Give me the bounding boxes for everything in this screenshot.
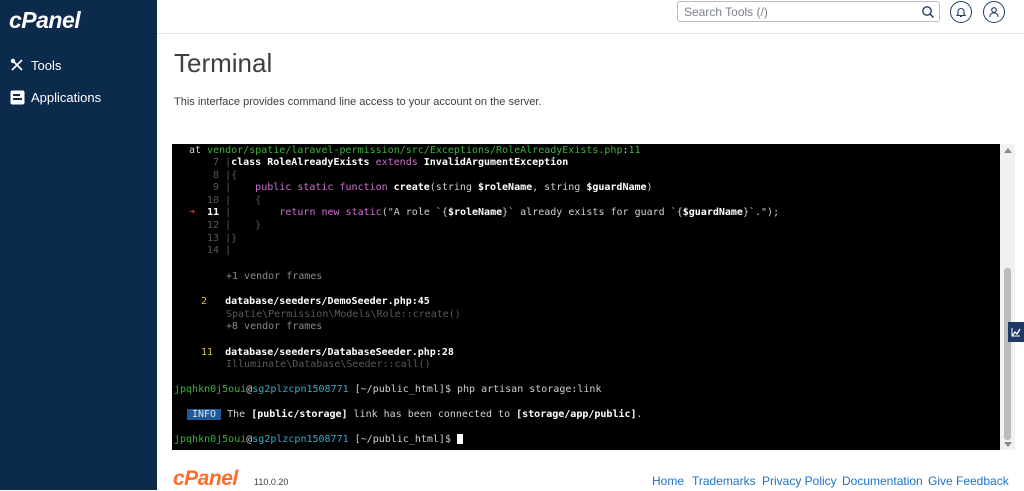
user-account-button[interactable] (983, 1, 1005, 23)
terminal-line: Spatie\Permission\Models\Role::create() (226, 309, 461, 320)
footer-cpanel-logo: cPanel (173, 467, 238, 490)
terminal-prompt-line: jpqhkn0j5oui@sg2plzcpn1508771 [~/public_… (174, 384, 602, 395)
terminal-line: Illuminate\Database\Seeder::call() (226, 359, 431, 370)
bell-icon (955, 8, 967, 18)
terminal-line: 12 | } (207, 220, 262, 231)
search-box[interactable] (677, 1, 940, 22)
tools-icon (9, 57, 25, 73)
scroll-down-icon[interactable] (1004, 442, 1012, 447)
cpanel-logo[interactable]: cPanel (9, 7, 81, 34)
scroll-thumb[interactable] (1004, 268, 1011, 440)
terminal-line: 13 |} (207, 233, 238, 244)
terminal-line: +1 vendor frames (226, 271, 323, 282)
footer-link-give-feedback[interactable]: Give Feedback (928, 474, 1009, 488)
footer-link-trademarks[interactable]: Trademarks (692, 474, 756, 488)
terminal-line: 11 database/seeders/DatabaseSeeder.php:2… (201, 347, 454, 358)
sidebar-item-label: Tools (31, 57, 62, 73)
sidebar-item-tools[interactable]: Tools (9, 54, 61, 76)
version-label: 110.0.20 (254, 477, 289, 487)
footer-link-documentation[interactable]: Documentation (842, 474, 923, 488)
terminal-line: 7 |class RoleAlreadyExists extends Inval… (213, 157, 569, 168)
arrow-icon: ➜ (189, 207, 196, 218)
page-description: This interface provides command line acc… (174, 96, 542, 108)
info-badge: INFO (187, 409, 222, 420)
applications-icon (9, 89, 25, 105)
main-content: Terminal This interface provides command… (157, 0, 1024, 490)
terminal-scrollbar[interactable] (1000, 144, 1015, 450)
sidebar: cPanel Tools Applications (0, 0, 157, 490)
sidebar-item-label: Applications (31, 89, 102, 105)
terminal-line: INFO The [public/storage] link has been … (187, 409, 643, 421)
search-input[interactable] (678, 2, 920, 21)
terminal-line: 14 | (207, 245, 232, 256)
footer-link-home[interactable]: Home (652, 474, 684, 488)
search-icon[interactable] (921, 5, 935, 19)
chart-icon (1011, 328, 1021, 337)
sidebar-item-applications[interactable]: Applications (9, 86, 101, 108)
terminal-line: 10 | { (207, 195, 262, 206)
notifications-button[interactable] (950, 1, 972, 23)
terminal-line: 2 database/seeders/DemoSeeder.php:45 (201, 296, 430, 307)
terminal-output[interactable]: at vendor/spatie/laravel-permission/src/… (172, 144, 1015, 450)
footer-link-privacy-policy[interactable]: Privacy Policy (762, 474, 837, 488)
terminal-line: 8 |{ (213, 170, 238, 181)
page-title: Terminal (174, 48, 273, 78)
user-icon (989, 7, 999, 18)
terminal-line-highlight: ➜ 11 | return new static("A role `{$role… (189, 207, 780, 218)
terminal-prompt-line: jpqhkn0j5oui@sg2plzcpn1508771 [~/public_… (174, 434, 463, 446)
terminal-line: at vendor/spatie/laravel-permission/src/… (189, 145, 641, 156)
side-panel-toggle[interactable] (1008, 322, 1024, 342)
terminal-cursor (456, 434, 463, 444)
terminal-line: 9 | public static function create(string… (213, 182, 653, 193)
terminal-line: +8 vendor frames (226, 321, 323, 332)
scroll-up-icon[interactable] (1004, 148, 1012, 153)
top-bar (157, 0, 1024, 34)
